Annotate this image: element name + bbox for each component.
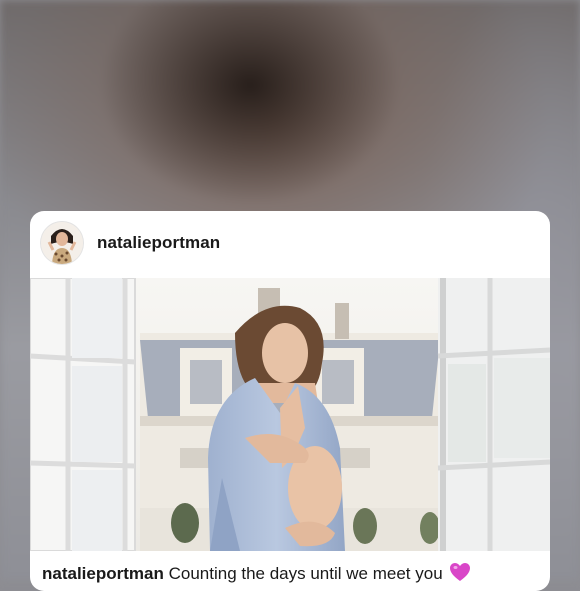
caption-username[interactable]: natalieportman [42,564,164,583]
post-photo[interactable] [30,278,550,551]
post-header: natalieportman [30,211,550,278]
caption-text: Counting the days until we meet you [168,564,443,583]
post-card[interactable]: natalieportman natalieportman Counting t… [30,211,550,591]
avatar[interactable] [41,222,83,264]
post-username[interactable]: natalieportman [97,233,220,253]
post-caption: natalieportman Counting the days until w… [42,562,542,587]
purple-heart-icon [449,562,471,587]
